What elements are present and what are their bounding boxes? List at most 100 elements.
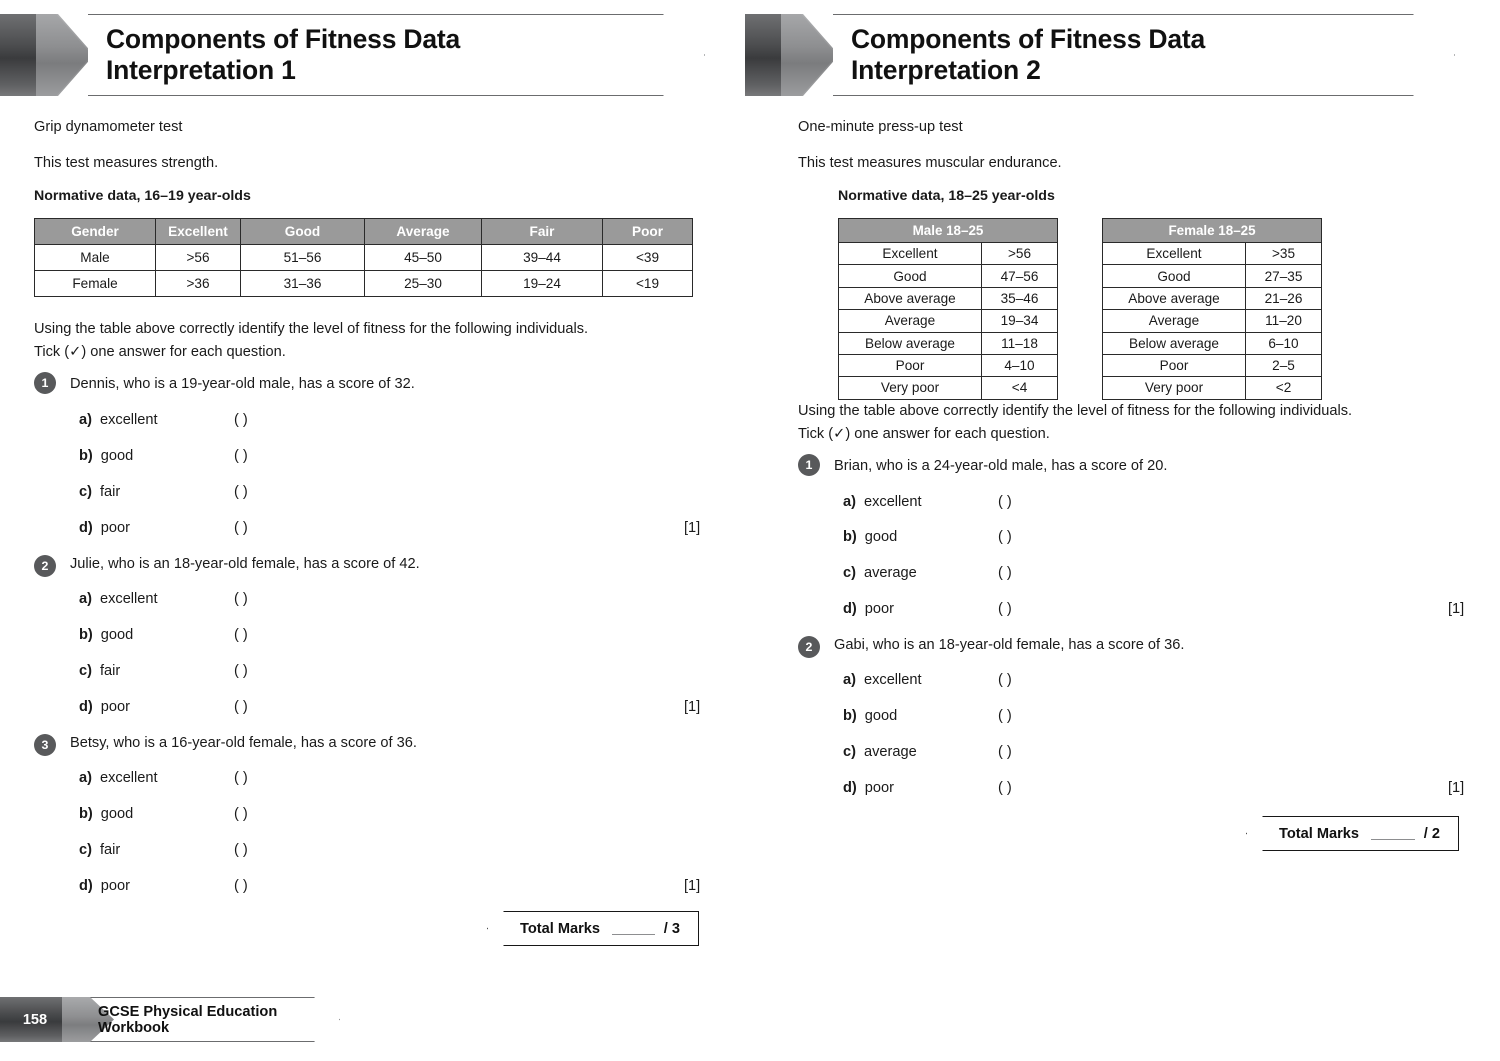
answer-option-c[interactable]: c) fair ( ): [79, 842, 248, 858]
option-tick-box[interactable]: ( ): [234, 842, 248, 858]
table-cell: <4: [981, 376, 1058, 400]
option-tick-box[interactable]: ( ): [234, 520, 248, 536]
answer-option-b[interactable]: b) good ( ): [843, 529, 1012, 545]
option-tick-box[interactable]: ( ): [234, 663, 248, 679]
answer-option-a[interactable]: a) excellent ( ): [843, 672, 1012, 688]
option-letter: b): [79, 627, 93, 643]
page-title: Components of Fitness Data Interpretatio…: [851, 23, 1206, 85]
option-tick-box[interactable]: ( ): [234, 770, 248, 786]
answer-option-a[interactable]: a) excellent ( ): [843, 494, 1012, 510]
answer-option-b[interactable]: b) good ( ): [79, 806, 248, 822]
chevron-light-icon: [781, 14, 839, 96]
option-label: poor: [864, 601, 894, 617]
option-label: good: [100, 448, 134, 464]
option-tick-box[interactable]: ( ): [998, 565, 1012, 581]
answer-option-b[interactable]: b) good ( ): [79, 627, 248, 643]
answer-option-b[interactable]: b) good ( ): [79, 448, 248, 464]
table-cell: 2–5: [1245, 353, 1322, 378]
table-row: Below average 11–18: [838, 331, 1058, 355]
total-marks-value: / 3: [663, 920, 680, 937]
option-tick-box[interactable]: ( ): [234, 448, 248, 464]
option-label: excellent: [863, 494, 922, 510]
table-cell: 39–44: [481, 244, 603, 271]
option-tick-box[interactable]: ( ): [998, 601, 1012, 617]
option-tick-box[interactable]: ( ): [234, 806, 248, 822]
answer-option-a[interactable]: a) excellent ( ): [79, 591, 248, 607]
table-cell: Male: [34, 244, 156, 271]
question-number-badge: 2: [34, 555, 56, 577]
table-cell: 4–10: [981, 353, 1058, 378]
col-header: Excellent: [155, 218, 241, 245]
page-header-left: Components of Fitness Data Interpretatio…: [0, 14, 705, 96]
option-letter: b): [843, 708, 857, 724]
col-header: Average: [364, 218, 482, 245]
option-letter: b): [843, 529, 857, 545]
page-number: 158: [22, 1011, 48, 1028]
answer-option-d[interactable]: d) poor ( ): [79, 520, 248, 536]
option-label: fair: [99, 663, 121, 679]
page-title: Components of Fitness Data Interpretatio…: [106, 23, 461, 85]
col-header: Fair: [481, 218, 603, 245]
option-tick-box[interactable]: ( ): [998, 780, 1012, 796]
option-tick-box[interactable]: ( ): [234, 627, 248, 643]
option-letter: a): [79, 770, 92, 786]
option-label: excellent: [99, 412, 158, 428]
option-tick-box[interactable]: ( ): [998, 494, 1012, 510]
answer-option-c[interactable]: c) average ( ): [843, 744, 1012, 760]
table-row: Above average 21–26: [1102, 286, 1322, 311]
option-letter: b): [79, 448, 93, 464]
table-cell: 45–50: [364, 244, 482, 271]
table-cell: Poor: [1102, 353, 1246, 378]
answer-option-d[interactable]: d) poor ( ): [843, 780, 1012, 796]
table-cell: Female: [34, 270, 156, 297]
option-tick-box[interactable]: ( ): [234, 878, 248, 894]
option-label: fair: [99, 842, 121, 858]
option-tick-box[interactable]: ( ): [234, 591, 248, 607]
table-cell: >36: [155, 270, 241, 297]
option-label: excellent: [863, 672, 922, 688]
option-label: good: [100, 627, 134, 643]
option-label: average: [863, 744, 917, 760]
marks-allocation: [1]: [684, 699, 701, 715]
answer-option-c[interactable]: c) fair ( ): [79, 663, 248, 679]
answer-option-c[interactable]: c) average ( ): [843, 565, 1012, 581]
option-tick-box[interactable]: ( ): [234, 484, 248, 500]
total-marks-label: Total Marks: [1279, 825, 1360, 842]
table-cell: Good: [1102, 264, 1246, 288]
col-header: Gender: [34, 218, 156, 245]
instruction-line: Using the table above correctly identify…: [34, 321, 589, 337]
normative-data-label: Normative data, 16–19 year-olds: [34, 188, 251, 204]
option-letter: d): [843, 601, 857, 617]
answer-option-d[interactable]: d) poor ( ): [843, 601, 1012, 617]
table-title-header: Female 18–25: [1102, 218, 1322, 243]
answer-option-b[interactable]: b) good ( ): [843, 708, 1012, 724]
option-tick-box[interactable]: ( ): [998, 744, 1012, 760]
table-row: Above average 35–46: [838, 286, 1058, 311]
total-marks-banner: Total Marks / 3: [487, 911, 699, 946]
answer-option-a[interactable]: a) excellent ( ): [79, 770, 248, 786]
table-cell: 47–56: [981, 264, 1058, 288]
option-tick-box[interactable]: ( ): [234, 699, 248, 715]
option-tick-box[interactable]: ( ): [234, 412, 248, 428]
table-cell: Poor: [838, 353, 982, 378]
answer-option-d[interactable]: d) poor ( ): [79, 878, 248, 894]
table-cell: Below average: [1102, 331, 1246, 355]
total-marks-banner: Total Marks / 2: [1246, 816, 1459, 851]
answer-option-a[interactable]: a) excellent ( ): [79, 412, 248, 428]
option-tick-box[interactable]: ( ): [998, 672, 1012, 688]
option-tick-box[interactable]: ( ): [998, 529, 1012, 545]
test-name: Grip dynamometer test: [34, 119, 183, 135]
table-cell: Good: [838, 264, 982, 288]
option-tick-box[interactable]: ( ): [998, 708, 1012, 724]
table-row: Good 27–35: [1102, 264, 1322, 288]
table-cell: Above average: [1102, 286, 1246, 311]
instruction-line: Tick (✓) one answer for each question.: [798, 425, 1050, 442]
instructions-left: Using the table above correctly identify…: [34, 318, 588, 363]
table-row: Excellent >35: [1102, 241, 1322, 266]
test-measures: This test measures strength.: [34, 155, 219, 171]
table-cell: Average: [838, 309, 982, 333]
option-label: poor: [100, 699, 130, 715]
answer-option-c[interactable]: c) fair ( ): [79, 484, 248, 500]
table-cell: 27–35: [1245, 264, 1322, 288]
answer-option-d[interactable]: d) poor ( ): [79, 699, 248, 715]
